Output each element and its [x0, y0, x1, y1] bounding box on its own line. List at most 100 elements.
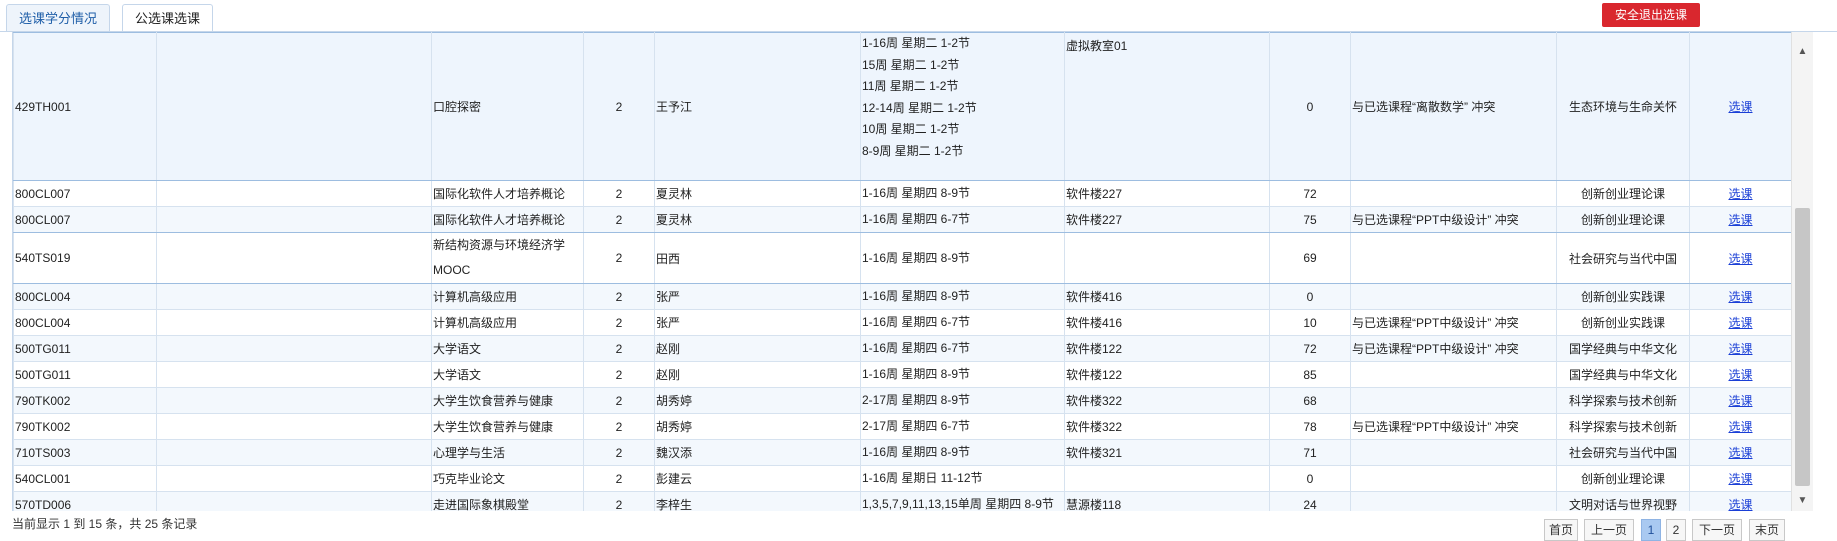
teacher-cell: 夏灵林	[654, 180, 861, 207]
table-row[interactable]: 710TS003 心理学与生活 2 魏汉添 1-16周 星期四 8-9节 软件楼321 71…	[13, 439, 1791, 466]
page-2-button[interactable]: 2	[1666, 519, 1686, 541]
next-page-button[interactable]: 下一页	[1692, 519, 1742, 541]
course-category-cell: 创新创业理论课	[1556, 465, 1690, 492]
teacher-cell: 夏灵林	[654, 206, 861, 233]
classroom-cell: 虚拟教室01	[1064, 32, 1270, 181]
credit-cell: 2	[583, 32, 655, 181]
tab-public-course[interactable]: 公选课选课	[122, 4, 214, 33]
course-name-cell: 走进国际象棋殿堂	[431, 491, 584, 511]
conflict-note-cell: 与已选课程“离散数学” 冲突	[1350, 32, 1557, 181]
teacher-cell: 赵刚	[654, 335, 861, 362]
remaining-seats-cell: 68	[1269, 387, 1351, 414]
credit-cell: 2	[583, 387, 655, 414]
remaining-seats-cell: 72	[1269, 180, 1351, 207]
select-course-link[interactable]: 选课	[1728, 100, 1752, 114]
schedule-line: 11周 星期二 1-2节	[862, 79, 959, 93]
course-name-cell: 国际化软件人才培养概论	[431, 206, 584, 233]
classroom-cell: 软件楼321	[1064, 439, 1270, 466]
action-cell: 选课	[1689, 180, 1791, 207]
select-course-link[interactable]: 选课	[1728, 252, 1752, 266]
conflict-note-cell	[1350, 465, 1557, 492]
course-name-cell: 口腔探密	[431, 32, 584, 181]
prev-page-button[interactable]: 上一页	[1584, 519, 1634, 541]
course-code-cell: 710TS003	[13, 439, 157, 466]
select-course-link[interactable]: 选课	[1728, 213, 1752, 227]
select-course-link[interactable]: 选课	[1728, 342, 1752, 356]
table-row[interactable]: 429TH001 口腔探密 2 王予江 1-16周 星期二 1-2节 15周 星期二 1-…	[13, 32, 1791, 181]
course-code-cell: 570TD006	[13, 491, 157, 511]
remaining-seats-cell: 78	[1269, 413, 1351, 440]
course-code-cell: 429TH001	[13, 32, 157, 181]
scroll-up-icon[interactable]: ▲	[1797, 46, 1808, 57]
table-row[interactable]: 570TD006 走进国际象棋殿堂 2 李梓生 1,3,5,7,9,11,13,15单周…	[13, 491, 1791, 511]
table-row[interactable]: 540CL001 巧克毕业论文 2 彭建云 1-16周 星期日 11-12节 0 创新创业理…	[13, 465, 1791, 492]
teacher-cell: 王予江	[654, 32, 861, 181]
classroom-cell: 软件楼122	[1064, 335, 1270, 362]
teacher-cell: 张严	[654, 283, 861, 310]
vertical-scrollbar[interactable]: ▲ ▼	[1791, 32, 1813, 511]
remaining-seats-cell: 10	[1269, 309, 1351, 336]
select-course-link[interactable]: 选课	[1728, 446, 1752, 460]
credit-cell: 2	[583, 206, 655, 233]
page-1-button[interactable]: 1	[1641, 519, 1661, 541]
select-course-link[interactable]: 选课	[1728, 420, 1752, 434]
action-cell: 选课	[1689, 465, 1791, 492]
table-row[interactable]: 500TG011 大学语文 2 赵刚 1-16周 星期四 8-9节 软件楼122 85 国学经…	[13, 361, 1791, 388]
teacher-cell: 胡秀婷	[654, 413, 861, 440]
tab-credit-status[interactable]: 选课学分情况	[6, 4, 111, 32]
schedule-cell: 1,3,5,7,9,11,13,15单周 星期四 8-9节	[860, 491, 1065, 511]
select-course-link[interactable]: 选课	[1728, 368, 1752, 382]
select-course-link[interactable]: 选课	[1728, 472, 1752, 486]
table-row[interactable]: 790TK002 大学生饮食营养与健康 2 胡秀婷 2-17周 星期四 6-7节 软件楼3…	[13, 413, 1791, 440]
select-course-link[interactable]: 选课	[1728, 316, 1752, 330]
schedule-line: 1-16周 星期四 8-9节	[862, 250, 971, 265]
conflict-note-cell	[1350, 361, 1557, 388]
classroom-cell: 软件楼322	[1064, 387, 1270, 414]
action-cell: 选课	[1689, 32, 1791, 181]
schedule-cell: 1-16周 星期日 11-12节	[860, 465, 1065, 492]
conflict-note-cell	[1350, 491, 1557, 511]
course-name-cell: 新结构资源与环境经济学 MOOC	[431, 232, 584, 284]
teacher-cell: 张严	[654, 309, 861, 336]
action-cell: 选课	[1689, 387, 1791, 414]
empty-cell	[156, 335, 432, 362]
scroll-thumb[interactable]	[1795, 208, 1810, 486]
action-cell: 选课	[1689, 439, 1791, 466]
schedule-cell: 1-16周 星期四 6-7节	[860, 309, 1065, 336]
first-page-button[interactable]: 首页	[1544, 519, 1578, 541]
schedule-line: 15周 星期二 1-2节	[862, 57, 960, 72]
conflict-note-cell: 与已选课程“PPT中级设计” 冲突	[1350, 413, 1557, 440]
schedule-line: 8-9周 星期二 1-2节	[862, 143, 964, 158]
table-row[interactable]: 540TS019 新结构资源与环境经济学 MOOC 2 田西 1-16周 星期四 8-9节…	[13, 232, 1791, 284]
empty-cell	[156, 491, 432, 511]
schedule-cell: 1-16周 星期四 6-7节	[860, 206, 1065, 233]
schedule-line: 1-16周 星期四 8-9节	[862, 186, 971, 200]
table-row[interactable]: 800CL007 国际化软件人才培养概论 2 夏灵林 1-16周 星期四 8-9节 软件楼…	[13, 180, 1791, 207]
credit-cell: 2	[583, 361, 655, 388]
table-row[interactable]: 790TK002 大学生饮食营养与健康 2 胡秀婷 2-17周 星期四 8-9节 软件楼3…	[13, 387, 1791, 414]
credit-cell: 2	[583, 491, 655, 511]
table-row[interactable]: 800CL004 计算机高级应用 2 张严 1-16周 星期四 6-7节 软件楼416 10…	[13, 309, 1791, 336]
conflict-note-cell: 与已选课程“PPT中级设计” 冲突	[1350, 206, 1557, 233]
course-category-cell: 创新创业实践课	[1556, 283, 1690, 310]
table-row[interactable]: 800CL007 国际化软件人才培养概论 2 夏灵林 1-16周 星期四 6-7节 软件楼…	[13, 206, 1791, 233]
conflict-note-cell	[1350, 180, 1557, 207]
schedule-line: 1-16周 星期日 11-12节	[862, 471, 983, 485]
course-code-cell: 500TG011	[13, 361, 157, 388]
course-code-cell: 790TK002	[13, 387, 157, 414]
empty-cell	[156, 361, 432, 388]
table-row[interactable]: 500TG011 大学语文 2 赵刚 1-16周 星期四 6-7节 软件楼122 72 与已选…	[13, 335, 1791, 362]
select-course-link[interactable]: 选课	[1728, 498, 1752, 511]
course-category-cell: 文明对话与世界视野	[1556, 491, 1690, 511]
exit-selection-button[interactable]: 安全退出选课	[1602, 3, 1700, 27]
action-cell: 选课	[1689, 283, 1791, 310]
empty-cell	[156, 283, 432, 310]
table-row[interactable]: 800CL004 计算机高级应用 2 张严 1-16周 星期四 8-9节 软件楼416 0 创…	[13, 283, 1791, 310]
empty-cell	[156, 465, 432, 492]
select-course-link[interactable]: 选课	[1728, 187, 1752, 201]
select-course-link[interactable]: 选课	[1728, 394, 1752, 408]
last-page-button[interactable]: 末页	[1749, 519, 1785, 541]
scroll-down-icon[interactable]: ▼	[1797, 495, 1808, 506]
select-course-link[interactable]: 选课	[1728, 290, 1752, 304]
remaining-seats-cell: 0	[1269, 465, 1351, 492]
